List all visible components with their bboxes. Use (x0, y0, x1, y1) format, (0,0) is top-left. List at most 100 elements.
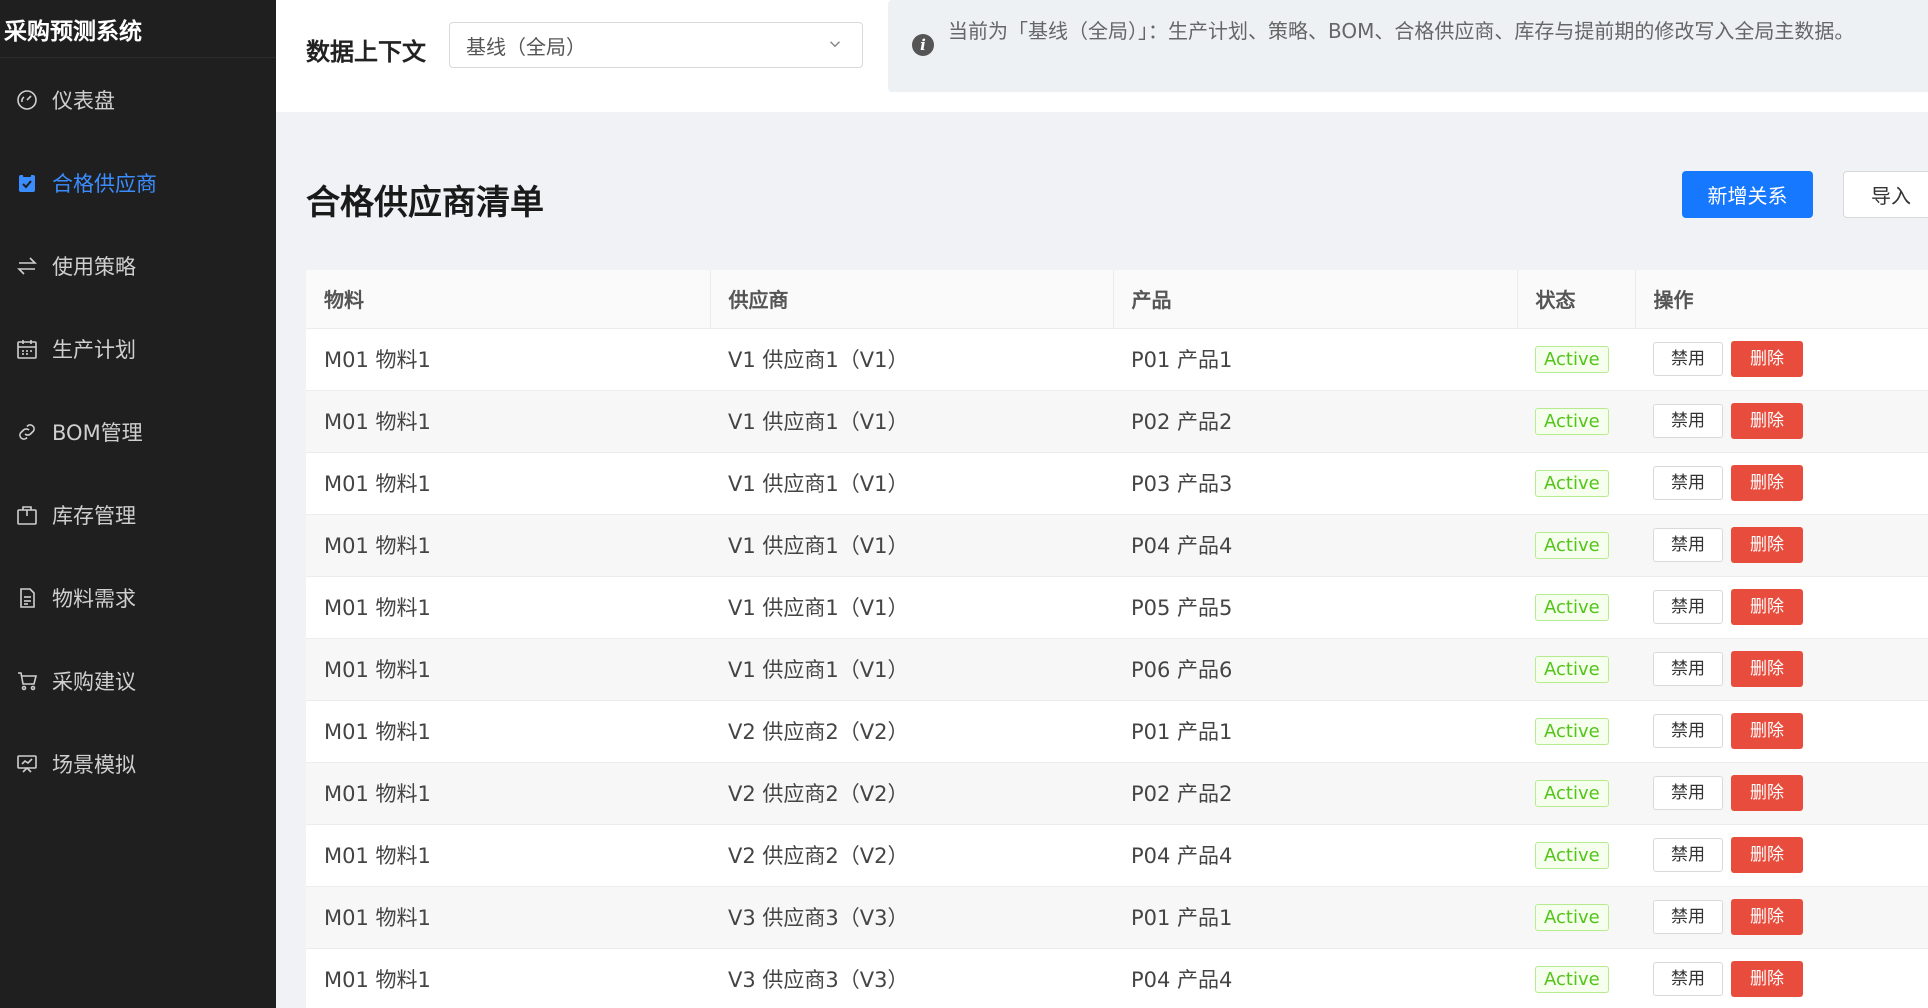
cell-status: Active (1517, 762, 1635, 825)
table-row: M01 物料1 V1 供应商1（V1） P04 产品4 Active 禁用 删除 (306, 514, 1928, 577)
cell-supplier: V1 供应商1（V1） (710, 638, 1113, 701)
disable-button[interactable]: 禁用 (1653, 962, 1723, 996)
cell-status: Active (1517, 328, 1635, 391)
status-badge: Active (1535, 903, 1609, 931)
sidebar-item-3[interactable]: 生产计划 (0, 307, 276, 390)
sidebar-item-label: 合格供应商 (52, 171, 157, 196)
box-icon (14, 502, 40, 528)
cell-supplier: V1 供应商1（V1） (710, 328, 1113, 391)
status-badge: Active (1535, 407, 1609, 435)
sidebar-item-6[interactable]: 物料需求 (0, 556, 276, 639)
cell-supplier: V1 供应商1（V1） (710, 576, 1113, 639)
cell-status: Active (1517, 886, 1635, 949)
cell-product: P03 产品3 (1113, 452, 1517, 515)
sidebar-nav: 仪表盘合格供应商使用策略生产计划 BOM管理库存管理物料需求采购建议场景模拟 (0, 58, 276, 805)
table-row: M01 物料1 V1 供应商1（V1） P06 产品6 Active 禁用 删除 (306, 638, 1928, 701)
cell-actions: 禁用 删除 (1635, 700, 1928, 763)
status-badge: Active (1535, 345, 1609, 373)
table-row: M01 物料1 V1 供应商1（V1） P03 产品3 Active 禁用 删除 (306, 452, 1928, 515)
sidebar-item-label: 物料需求 (52, 586, 136, 611)
cell-product: P01 产品1 (1113, 328, 1517, 391)
cell-product: P02 产品2 (1113, 762, 1517, 825)
disable-button[interactable]: 禁用 (1653, 342, 1723, 376)
context-label: 数据上下文 (306, 38, 426, 66)
context-info-banner: i 当前为「基线（全局）」：生产计划、策略、BOM、合格供应商、库存与提前期的修… (888, 0, 1928, 92)
cell-actions: 禁用 删除 (1635, 328, 1928, 391)
cell-product: P04 产品4 (1113, 824, 1517, 887)
cell-status: Active (1517, 514, 1635, 577)
cell-material: M01 物料1 (306, 700, 710, 763)
delete-button[interactable]: 删除 (1731, 899, 1803, 935)
cell-product: P04 产品4 (1113, 948, 1517, 1008)
add-relation-button[interactable]: 新增关系 (1682, 171, 1813, 218)
sidebar-item-4[interactable]: BOM管理 (0, 390, 276, 473)
cell-product: P05 产品5 (1113, 576, 1517, 639)
sidebar-item-label: 库存管理 (52, 503, 136, 528)
table-row: M01 物料1 V1 供应商1（V1） P02 产品2 Active 禁用 删除 (306, 390, 1928, 453)
cell-supplier: V1 供应商1（V1） (710, 390, 1113, 453)
cell-material: M01 物料1 (306, 638, 710, 701)
context-select[interactable]: 基线（全局） (449, 22, 863, 68)
disable-button[interactable]: 禁用 (1653, 528, 1723, 562)
delete-button[interactable]: 删除 (1731, 589, 1803, 625)
cell-product: P01 产品1 (1113, 700, 1517, 763)
cell-status: Active (1517, 824, 1635, 887)
delete-button[interactable]: 删除 (1731, 961, 1803, 997)
status-badge: Active (1535, 531, 1609, 559)
disable-button[interactable]: 禁用 (1653, 714, 1723, 748)
cell-product: P06 产品6 (1113, 638, 1517, 701)
disable-button[interactable]: 禁用 (1653, 466, 1723, 500)
table-row: M01 物料1 V3 供应商3（V3） P04 产品4 Active 禁用 删除 (306, 948, 1928, 1008)
delete-button[interactable]: 删除 (1731, 341, 1803, 377)
sidebar-item-7[interactable]: 采购建议 (0, 639, 276, 722)
cell-material: M01 物料1 (306, 762, 710, 825)
cell-material: M01 物料1 (306, 514, 710, 577)
delete-button[interactable]: 删除 (1731, 403, 1803, 439)
sidebar-item-1[interactable]: 合格供应商 (0, 141, 276, 224)
disable-button[interactable]: 禁用 (1653, 404, 1723, 438)
cell-actions: 禁用 删除 (1635, 762, 1928, 825)
cell-material: M01 物料1 (306, 452, 710, 515)
disable-button[interactable]: 禁用 (1653, 900, 1723, 934)
sidebar-item-2[interactable]: 使用策略 (0, 224, 276, 307)
cell-status: Active (1517, 948, 1635, 1008)
header-material[interactable]: 物料 (306, 270, 711, 329)
status-badge: Active (1535, 779, 1609, 807)
disable-button[interactable]: 禁用 (1653, 590, 1723, 624)
cell-supplier: V2 供应商2（V2） (710, 824, 1113, 887)
cell-status: Active (1517, 700, 1635, 763)
delete-button[interactable]: 删除 (1731, 713, 1803, 749)
table-row: M01 物料1 V1 供应商1（V1） P05 产品5 Active 禁用 删除 (306, 576, 1928, 639)
delete-button[interactable]: 删除 (1731, 837, 1803, 873)
checklist-icon (14, 170, 40, 196)
header-supplier[interactable]: 供应商 (710, 270, 1114, 329)
delete-button[interactable]: 删除 (1731, 651, 1803, 687)
delete-button[interactable]: 删除 (1731, 527, 1803, 563)
cell-actions: 禁用 删除 (1635, 948, 1928, 1008)
delete-button[interactable]: 删除 (1731, 465, 1803, 501)
cart-icon (14, 668, 40, 694)
cell-status: Active (1517, 452, 1635, 515)
sidebar-item-label: BOM管理 (52, 420, 143, 445)
cell-material: M01 物料1 (306, 576, 710, 639)
table-header-row: 物料 供应商 产品 状态 操作 (306, 270, 1928, 329)
sidebar-item-0[interactable]: 仪表盘 (0, 58, 276, 141)
app-title: 采购预测系统 (0, 0, 276, 58)
disable-button[interactable]: 禁用 (1653, 652, 1723, 686)
header-product[interactable]: 产品 (1113, 270, 1518, 329)
sidebar-item-label: 生产计划 (52, 337, 136, 362)
sidebar-item-label: 采购建议 (52, 669, 136, 694)
import-button[interactable]: 导入 (1843, 171, 1928, 218)
delete-button[interactable]: 删除 (1731, 775, 1803, 811)
status-badge: Active (1535, 965, 1609, 993)
sidebar-item-5[interactable]: 库存管理 (0, 473, 276, 556)
cell-product: P01 产品1 (1113, 886, 1517, 949)
disable-button[interactable]: 禁用 (1653, 776, 1723, 810)
disable-button[interactable]: 禁用 (1653, 838, 1723, 872)
header-status[interactable]: 状态 (1517, 270, 1636, 329)
cell-material: M01 物料1 (306, 824, 710, 887)
sidebar-item-8[interactable]: 场景模拟 (0, 722, 276, 805)
sidebar-item-label: 仪表盘 (52, 88, 115, 113)
swap-icon (14, 253, 40, 279)
cell-material: M01 物料1 (306, 948, 710, 1008)
